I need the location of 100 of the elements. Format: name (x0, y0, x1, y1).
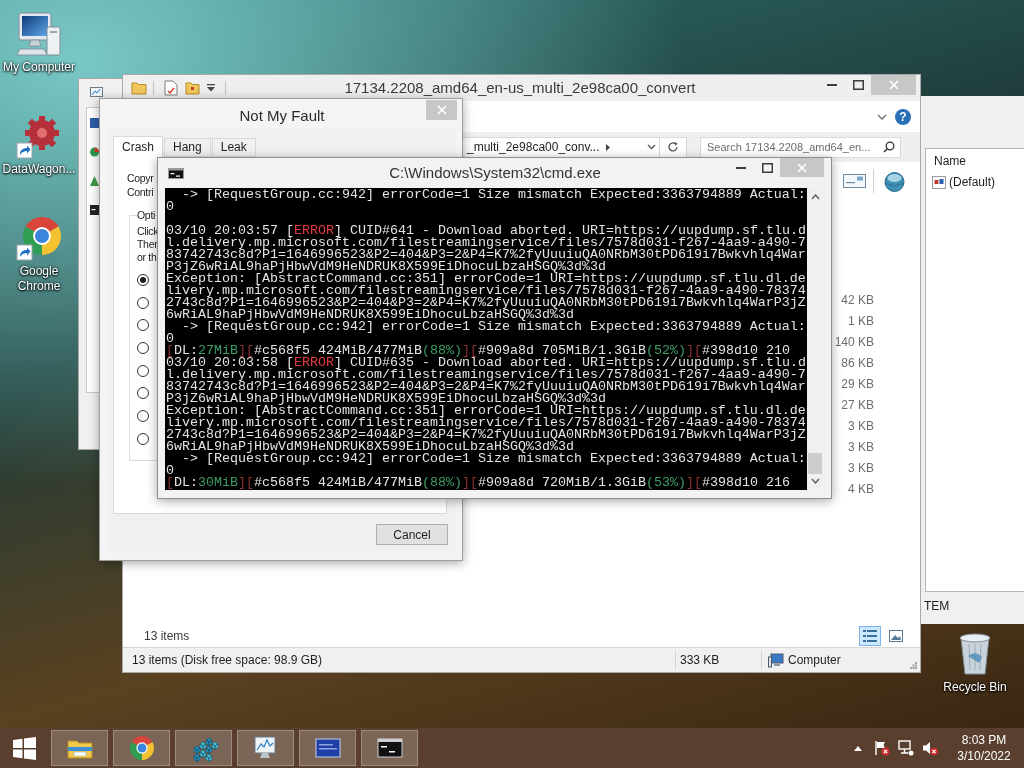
file-size-cell-text: 3 KB (848, 460, 874, 477)
breadcrumb-arrow-icon (605, 143, 610, 151)
dropdown-caret-icon[interactable] (207, 84, 215, 92)
console-line: livery.mp.microsoft.com/filestreamingservice/files/7578d031-f267-4aa9-a490-78374 (166, 285, 806, 297)
file-size-cell-text: 27 KB (841, 397, 874, 414)
file-size-cell-text: 29 KB (841, 376, 874, 393)
console-line: 03/10 20:03:57 [ERROR] CUID#641 - Download aborted. URI=https://uupdump.sf.tlu.d (166, 225, 806, 237)
caret-up-icon[interactable] (854, 745, 862, 751)
close-icon (888, 80, 899, 90)
info-text: Contri (127, 185, 154, 199)
console-line: l.delivery.mp.microsoft.com/filestreamingservice/files/7578d031-f267-4aa9-a490-7 (166, 369, 806, 381)
maximize-icon (761, 163, 773, 173)
console-line: 83742743c8d?P1=1646996523&P2=404&P3=2&P4=K7%2fyUuuiuQA0NRbM30tPD619i7Bwkvhlq4War (166, 249, 806, 261)
search-field[interactable]: Search 17134.2208_amd64_en... (700, 136, 901, 158)
tab[interactable]: Leak (211, 138, 256, 157)
status-text: TEM (923, 598, 951, 615)
string-value-icon (932, 175, 946, 189)
details-list-icon (863, 630, 877, 642)
file-size-cell-text: 140 KB (834, 334, 874, 351)
picture-icon (889, 630, 903, 642)
close-icon (436, 105, 447, 115)
console-line: [DL:30MiB][#c568f5 424MiB/477MiB(88%)][#909a8d 720MiB/1.3GiB(53%)][#398d10 216 (166, 477, 790, 489)
cancel-button[interactable]: Cancel (376, 524, 448, 545)
desktop-shortcut[interactable]: Recycle Bin (940, 630, 1010, 695)
preview-pane-icon[interactable] (843, 174, 866, 188)
globe-icon[interactable] (882, 170, 907, 192)
console-line: 0 (166, 201, 174, 213)
refresh-icon (667, 141, 679, 153)
file-size-cell-text: 4 KB (848, 481, 874, 498)
console-line: Exception: [AbstractCommand.cc:351] errorCode=1 URI=https://uupdump.sf.tlu.dl.de (166, 273, 806, 285)
dialog-title: Not My Fault (238, 106, 326, 126)
console-line: l.delivery.mp.microsoft.com/filestreamingservice/files/7578d031-f267-4aa9-a490-7 (166, 237, 806, 249)
taskbar-button[interactable] (361, 730, 418, 766)
radio-button[interactable] (137, 364, 149, 377)
description-text: Ther (137, 238, 158, 251)
console-line: 6wRiAL9haPjHbwVdM9HeNDRUK8X599EiDhocuLbzaHSGQ%3d%3d (166, 441, 574, 453)
console-line: 83742743c8d?P1=1646996523&P2=404&P3=2&P4=K7%2fyUuuiuQA0NRbM30tPD619i7Bwkvhlq4War (166, 381, 806, 393)
scroll-down-icon[interactable] (810, 478, 820, 484)
description-text: Click (137, 225, 159, 238)
console-app-icon (168, 167, 184, 179)
item-count: 13 items (144, 628, 190, 645)
speaker-icon[interactable] (922, 740, 938, 756)
dropdown-chevron-icon[interactable] (647, 144, 656, 150)
tab[interactable]: Hang (164, 138, 211, 157)
column-header[interactable]: Name (926, 149, 1024, 173)
radio-button[interactable] (137, 387, 149, 400)
console-line: Exception: [AbstractCommand.cc:351] errorCode=1 URI=https://uupdump.sf.tlu.dl.de (166, 405, 806, 417)
flag-warning-icon[interactable] (874, 740, 890, 756)
breadcrumb-link[interactable]: _multi_2e98ca00_conv... (467, 138, 600, 156)
clock-date[interactable]: 3/10/2022 (957, 748, 1011, 764)
circle-logo-icon[interactable] (16, 215, 62, 261)
status-summary: 13 items (Disk free space: 98.9 GB) (131, 652, 324, 669)
file-size-cell-text: 86 KB (841, 355, 874, 372)
program-icon (90, 118, 99, 128)
details-view-button[interactable] (859, 626, 881, 646)
properties-icon[interactable] (164, 80, 178, 96)
description-text: or th (137, 251, 157, 264)
console-line: P3jZ6wRiAL9haPjHbwVdM9HeNDRUK8X599EiDhocuLbzaHSGQ%3d%3d (166, 393, 606, 405)
console-line: 2743c8d?P1=1646996523&P2=404&P3=2&P4=K7%2fyUuuiuQA0NRbM30tPD619i7Bwkvhlq4WarP3jZ (166, 297, 806, 309)
console-line: 0 (166, 333, 174, 345)
resize-grip-icon (910, 662, 917, 669)
computer-monitor-icon[interactable] (16, 11, 62, 57)
console-line: livery.mp.microsoft.com/filestreamingservice/files/7578d031-f267-4aa9-a490-78374 (166, 417, 806, 429)
console-line: [DL:27MiB][#c568f5 424MiB/477MiB(88%)][#909a8d 705MiB/1.3GiB(52%)][#398d10 210 (166, 345, 790, 357)
file-size-cell-text: 3 KB (848, 439, 874, 456)
computer-icon (768, 652, 784, 668)
radio-button[interactable] (137, 319, 149, 332)
minimize-icon (736, 167, 746, 169)
file-size-cell-text: 1 KB (848, 313, 874, 330)
folder-icon[interactable] (131, 81, 147, 95)
file-size-cell-text: 3 KB (848, 418, 874, 435)
group-label: Opti (137, 208, 156, 222)
gear-icon[interactable] (16, 113, 62, 159)
close-icon (797, 162, 807, 173)
value-name[interactable]: (Default) (949, 173, 995, 191)
radio-button[interactable] (137, 342, 149, 355)
new-folder-icon[interactable] (185, 81, 200, 95)
maximize-icon (852, 80, 864, 90)
status-size: 333 KB (679, 652, 721, 669)
window-title: C:\Windows\System32\cmd.exe (388, 162, 602, 183)
minimize-icon (827, 84, 837, 86)
radio-button[interactable] (137, 274, 149, 286)
desktop-shortcut[interactable]: Google Chrome (0, 213, 78, 315)
info-text: Copyr (127, 171, 154, 185)
console-line: 03/10 20:03:58 [ERROR] CUID#635 - Download aborted. URI=https://uupdump.sf.tlu.d (166, 357, 806, 369)
radio-button[interactable] (137, 410, 149, 423)
scroll-up-icon[interactable] (810, 194, 820, 200)
expand-chevron-icon[interactable] (877, 113, 887, 120)
start-logo-icon (12, 736, 36, 760)
network-icon[interactable] (898, 740, 914, 756)
scroll-thumb[interactable] (808, 453, 822, 474)
tab[interactable]: Crash (113, 136, 163, 158)
radio-button[interactable] (137, 432, 149, 445)
window-title: 17134.2208_amd64_en-us_multi_2e98ca00_convert (343, 77, 697, 98)
radio-button[interactable] (137, 296, 149, 309)
clock-time[interactable]: 8:03 PM (961, 732, 1007, 748)
refresh-button[interactable] (660, 136, 687, 158)
help-button[interactable]: ? (895, 108, 911, 125)
search-icon (883, 141, 895, 153)
console-line: 6wRiAL9haPjHbwVdM9HeNDRUK8X599EiDhocuLbzaHSGQ%3d%3d (166, 309, 574, 321)
